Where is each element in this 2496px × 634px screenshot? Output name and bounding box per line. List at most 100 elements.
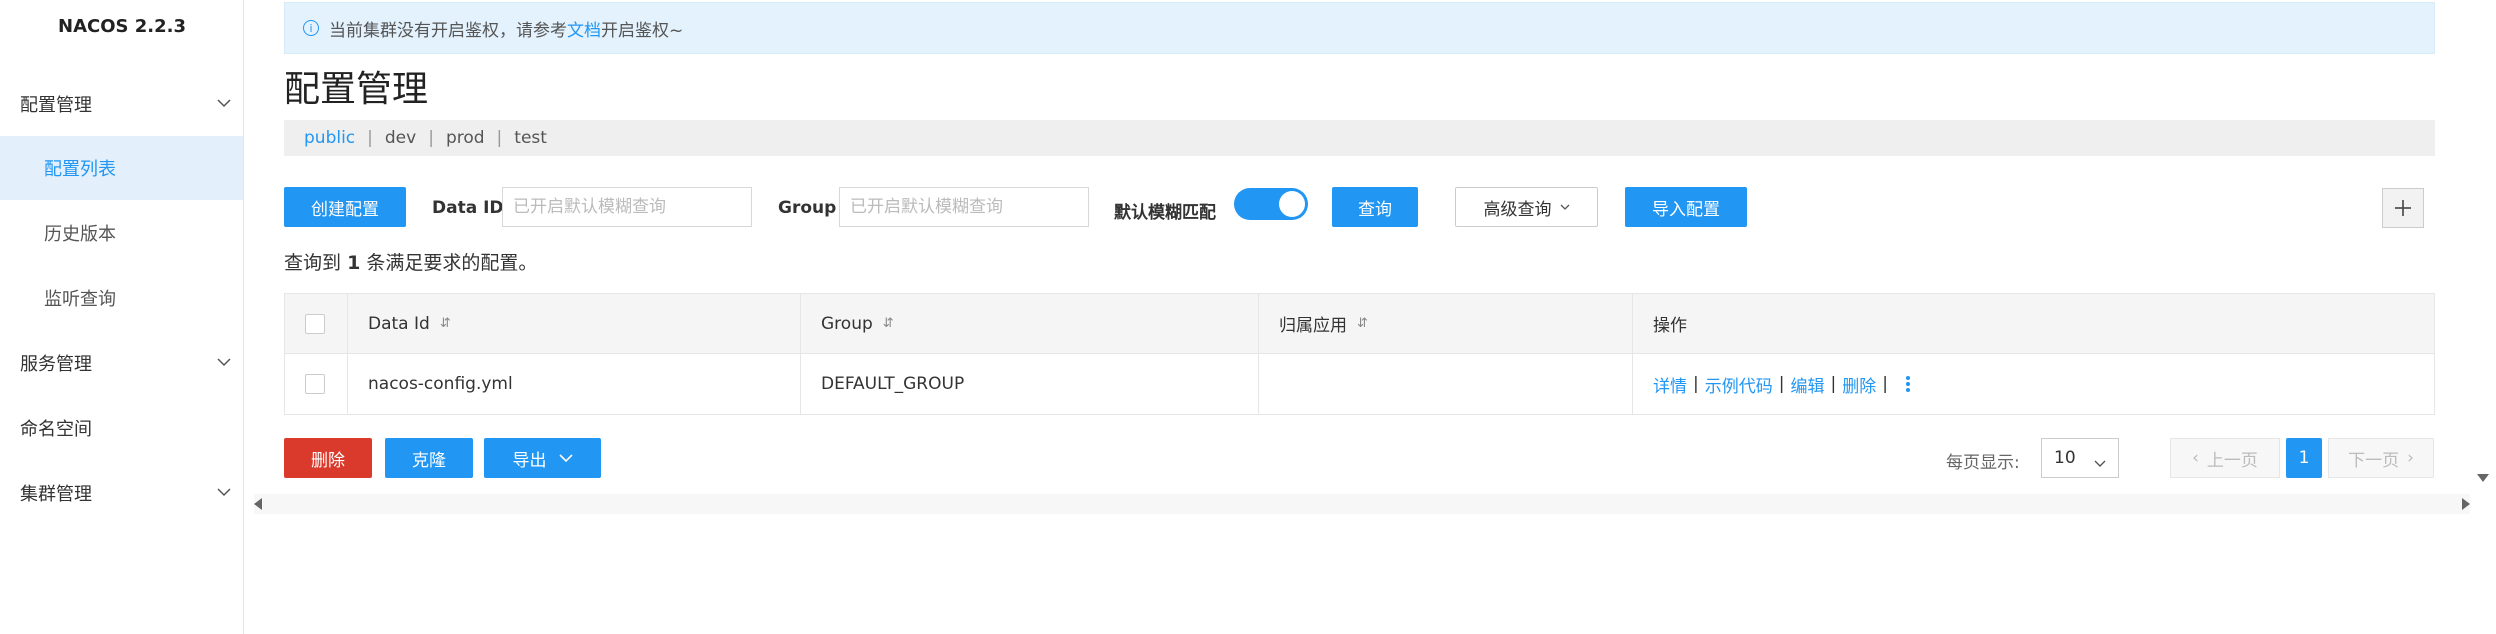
toggle-knob [1279, 191, 1305, 217]
export-label: 导出 [512, 450, 547, 471]
sidebar-item-label: 历史版本 [44, 224, 116, 245]
result-count: 1 [347, 252, 361, 274]
column-label: 归属应用 [1279, 316, 1347, 336]
info-icon: i [303, 20, 319, 36]
chevron-right-icon: › [2407, 448, 2414, 468]
detail-link[interactable]: 详情 [1653, 372, 1687, 397]
sidebar-item-config-list[interactable]: 配置列表 [0, 136, 243, 200]
table-row: nacos-config.yml DEFAULT_GROUP 详情 | 示例代码 |… [285, 354, 2434, 414]
config-table: Data Id ⇵ Group ⇵ 归属应用 ⇵ 操作 nacos-config.ym… [284, 293, 2435, 415]
query-button[interactable]: 查询 [1332, 187, 1418, 227]
action-separator: | [1693, 374, 1699, 394]
cell-app [1259, 354, 1633, 414]
chevron-down-icon [2094, 453, 2106, 473]
sidebar-item-label: 监听查询 [44, 289, 116, 310]
delete-link[interactable]: 删除 [1842, 372, 1876, 397]
page-1-button[interactable]: 1 [2286, 438, 2322, 478]
header-checkbox-cell [285, 294, 348, 353]
header-actions: 操作 [1633, 294, 2434, 353]
cell-group: DEFAULT_GROUP [801, 354, 1259, 414]
sort-icon[interactable]: ⇵ [1357, 316, 1368, 331]
sample-code-link[interactable]: 示例代码 [1705, 372, 1773, 397]
sidebar: NACOS 2.2.3 配置管理 配置列表 历史版本 监听查询 服务管理 命名空… [0, 0, 244, 634]
scroll-right-icon[interactable] [2462, 498, 2470, 510]
column-label: 操作 [1653, 316, 1687, 336]
dataid-label: Data ID [432, 198, 504, 218]
sidebar-item-service-management[interactable]: 服务管理 [0, 331, 243, 395]
sidebar-item-label: 配置列表 [44, 159, 116, 180]
prev-page-button[interactable]: ‹ 上一页 [2170, 438, 2280, 478]
advanced-query-button[interactable]: 高级查询 [1455, 187, 1598, 227]
sidebar-item-config-management[interactable]: 配置管理 [0, 72, 243, 136]
auth-notice: i 当前集群没有开启鉴权，请参考 文档 开启鉴权~ [284, 2, 2435, 54]
namespace-dev[interactable]: dev [385, 128, 416, 148]
scroll-left-icon[interactable] [254, 498, 262, 510]
sort-icon[interactable]: ⇵ [440, 316, 451, 331]
namespace-prod[interactable]: prod [446, 128, 485, 148]
sort-icon[interactable]: ⇵ [883, 316, 894, 331]
sidebar-item-label: 命名空间 [20, 419, 92, 440]
horizontal-scrollbar[interactable] [254, 494, 2470, 514]
sidebar-item-label: 配置管理 [20, 95, 92, 116]
prev-label: 上一页 [2206, 450, 2258, 471]
next-page-button[interactable]: 下一页 › [2328, 438, 2434, 478]
sidebar-item-label: 集群管理 [20, 484, 92, 505]
sidebar-item-label: 服务管理 [20, 354, 92, 375]
cell-dataid: nacos-config.yml [348, 354, 801, 414]
action-separator: | [1778, 374, 1785, 394]
notice-text: 当前集群没有开启鉴权，请参考 [329, 20, 567, 41]
result-suffix: 条满足要求的配置。 [366, 252, 538, 274]
export-button[interactable]: 导出 [484, 438, 601, 478]
add-icon[interactable] [2382, 188, 2424, 228]
header-dataid[interactable]: Data Id ⇵ [348, 294, 801, 353]
column-label: Group [821, 313, 873, 334]
chevron-down-icon [558, 453, 573, 463]
action-separator: | [1882, 374, 1888, 394]
advanced-query-label: 高级查询 [1483, 199, 1552, 220]
clone-button[interactable]: 克隆 [385, 438, 473, 478]
page-size-label: 每页显示: [1946, 453, 2020, 473]
notice-text-tail: 开启鉴权~ [601, 20, 684, 41]
sidebar-item-namespace[interactable]: 命名空间 [0, 396, 243, 460]
app-logo: NACOS 2.2.3 [58, 16, 186, 37]
row-checkbox-cell [285, 354, 348, 414]
chevron-down-icon [1560, 204, 1570, 211]
namespace-bar: public | dev | prod | test [284, 120, 2435, 156]
action-separator: | [1830, 374, 1837, 394]
header-group[interactable]: Group ⇵ [801, 294, 1259, 353]
page-size-value: 10 [2054, 448, 2076, 468]
result-summary: 查询到 1 条满足要求的配置。 [284, 248, 537, 275]
row-checkbox[interactable] [305, 374, 325, 394]
batch-delete-button[interactable]: 删除 [284, 438, 372, 478]
group-search-input[interactable] [839, 187, 1089, 227]
cell-actions: 详情 | 示例代码 | 编辑 | 删除 | [1633, 354, 2434, 414]
notice-doc-link[interactable]: 文档 [567, 16, 601, 41]
group-label: Group [778, 198, 837, 218]
next-label: 下一页 [2348, 450, 2400, 471]
chevron-down-icon [217, 487, 231, 499]
sidebar-item-history[interactable]: 历史版本 [0, 201, 243, 265]
sidebar-item-listener-query[interactable]: 监听查询 [0, 266, 243, 330]
scroll-down-icon[interactable] [2477, 474, 2489, 482]
namespace-public[interactable]: public [304, 128, 355, 148]
fuzzy-match-toggle[interactable] [1234, 188, 1308, 220]
chevron-down-icon [217, 357, 231, 369]
namespace-separator: | [496, 128, 503, 148]
import-config-button[interactable]: 导入配置 [1625, 187, 1747, 227]
fuzzy-match-label: 默认模糊匹配 [1114, 203, 1216, 223]
dataid-search-input[interactable] [502, 187, 752, 227]
edit-link[interactable]: 编辑 [1790, 372, 1824, 397]
namespace-test[interactable]: test [514, 128, 547, 148]
chevron-left-icon: ‹ [2192, 448, 2199, 468]
more-actions-icon[interactable] [1905, 375, 1910, 393]
table-header-row: Data Id ⇵ Group ⇵ 归属应用 ⇵ 操作 [285, 294, 2434, 354]
create-config-button[interactable]: 创建配置 [284, 187, 406, 227]
select-all-checkbox[interactable] [305, 313, 325, 334]
namespace-separator: | [367, 128, 373, 148]
main-content: i 当前集群没有开启鉴权，请参考 文档 开启鉴权~ 配置管理 public | de… [244, 0, 2496, 634]
header-app[interactable]: 归属应用 ⇵ [1259, 294, 1633, 353]
namespace-separator: | [428, 128, 434, 148]
result-prefix: 查询到 [284, 252, 342, 274]
page-size-select[interactable]: 10 [2041, 438, 2119, 478]
sidebar-item-cluster-management[interactable]: 集群管理 [0, 461, 243, 525]
